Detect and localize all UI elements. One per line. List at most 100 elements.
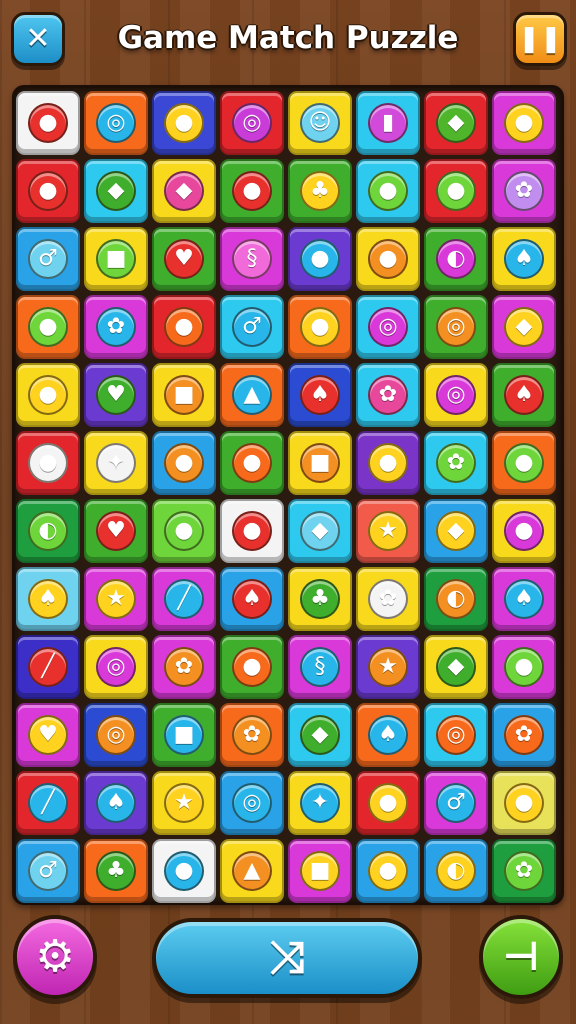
close-button[interactable]: ✕ xyxy=(11,12,65,66)
game-tile[interactable]: ♠ xyxy=(492,567,556,631)
game-tile[interactable]: ● xyxy=(288,227,352,291)
game-tile[interactable]: ● xyxy=(16,431,80,495)
game-tile[interactable]: ✿ xyxy=(492,703,556,767)
game-tile[interactable]: ● xyxy=(356,227,420,291)
game-tile[interactable]: ╱ xyxy=(16,635,80,699)
game-tile[interactable]: ♠ xyxy=(492,227,556,291)
game-tile[interactable]: ● xyxy=(220,159,284,223)
game-tile[interactable]: ● xyxy=(152,431,216,495)
game-tile[interactable]: ◆ xyxy=(152,159,216,223)
game-tile[interactable]: ◆ xyxy=(288,703,352,767)
game-tile[interactable]: ● xyxy=(220,635,284,699)
game-tile[interactable]: ★ xyxy=(152,771,216,835)
game-tile[interactable]: ◎ xyxy=(84,635,148,699)
game-tile[interactable]: ▲ xyxy=(220,839,284,903)
game-tile[interactable]: ■ xyxy=(84,227,148,291)
game-tile[interactable]: ◆ xyxy=(424,91,488,155)
game-tile[interactable]: ✿ xyxy=(424,431,488,495)
game-tile[interactable]: ◎ xyxy=(84,703,148,767)
game-tile[interactable]: ▮ xyxy=(356,91,420,155)
game-tile[interactable]: ● xyxy=(492,771,556,835)
game-tile[interactable]: ■ xyxy=(288,431,352,495)
game-tile[interactable]: § xyxy=(288,635,352,699)
game-tile[interactable]: ✿ xyxy=(152,635,216,699)
game-tile[interactable]: ♂ xyxy=(424,771,488,835)
game-tile[interactable]: ● xyxy=(16,91,80,155)
game-tile[interactable]: ♥ xyxy=(84,363,148,427)
game-tile[interactable]: ● xyxy=(16,159,80,223)
game-tile[interactable]: ◆ xyxy=(424,499,488,563)
game-tile[interactable]: ● xyxy=(288,295,352,359)
game-tile[interactable]: ★ xyxy=(356,499,420,563)
game-tile[interactable]: ◐ xyxy=(16,499,80,563)
game-tile[interactable]: ● xyxy=(356,771,420,835)
game-tile[interactable]: ● xyxy=(16,295,80,359)
game-tile[interactable]: ● xyxy=(492,91,556,155)
game-tile[interactable]: ♠ xyxy=(288,363,352,427)
game-tile[interactable]: ● xyxy=(492,499,556,563)
game-tile[interactable]: ◐ xyxy=(424,567,488,631)
game-tile[interactable]: ● xyxy=(356,839,420,903)
game-tile[interactable]: ◆ xyxy=(288,499,352,563)
game-tile[interactable]: ● xyxy=(356,159,420,223)
game-tile[interactable]: ╱ xyxy=(152,567,216,631)
game-tile[interactable]: ◆ xyxy=(492,295,556,359)
hint-button[interactable]: ⊣ xyxy=(479,915,563,999)
game-tile[interactable]: ♥ xyxy=(84,499,148,563)
game-tile[interactable]: ● xyxy=(16,363,80,427)
game-tile[interactable]: ✦ xyxy=(288,771,352,835)
game-tile[interactable]: ◎ xyxy=(220,771,284,835)
game-tile[interactable]: ● xyxy=(152,295,216,359)
game-tile[interactable]: ♣ xyxy=(288,159,352,223)
game-tile[interactable]: ● xyxy=(492,635,556,699)
game-tile[interactable]: ● xyxy=(356,431,420,495)
game-tile[interactable]: ● xyxy=(220,499,284,563)
game-tile[interactable]: ◆ xyxy=(84,159,148,223)
game-tile[interactable]: ✿ xyxy=(356,363,420,427)
pause-button[interactable]: ❚❚ xyxy=(513,12,567,66)
game-tile[interactable]: ✿ xyxy=(84,295,148,359)
game-tile[interactable]: ■ xyxy=(152,703,216,767)
game-tile[interactable]: ♂ xyxy=(220,295,284,359)
game-tile[interactable]: ♥ xyxy=(152,227,216,291)
game-tile[interactable]: ♣ xyxy=(84,839,148,903)
game-tile[interactable]: ♂ xyxy=(16,839,80,903)
game-tile[interactable]: ✿ xyxy=(492,839,556,903)
game-tile[interactable]: ♠ xyxy=(16,567,80,631)
game-tile[interactable]: ◎ xyxy=(84,91,148,155)
game-tile[interactable]: ● xyxy=(152,839,216,903)
game-tile[interactable]: ✦ xyxy=(84,431,148,495)
game-tile[interactable]: ✿ xyxy=(356,567,420,631)
game-tile[interactable]: ★ xyxy=(356,635,420,699)
game-tile[interactable]: ♂ xyxy=(16,227,80,291)
game-tile[interactable]: ● xyxy=(492,431,556,495)
game-tile[interactable]: ♠ xyxy=(492,363,556,427)
game-tile[interactable]: ◐ xyxy=(424,839,488,903)
game-tile[interactable]: ◎ xyxy=(424,295,488,359)
game-tile[interactable]: ♠ xyxy=(356,703,420,767)
game-tile[interactable]: ◎ xyxy=(424,703,488,767)
game-tile[interactable]: ♠ xyxy=(220,567,284,631)
game-tile[interactable]: ● xyxy=(220,431,284,495)
game-tile[interactable]: ● xyxy=(152,499,216,563)
game-tile[interactable]: ▲ xyxy=(220,363,284,427)
game-tile[interactable]: ■ xyxy=(152,363,216,427)
shuffle-button[interactable]: ⤨ xyxy=(152,918,422,998)
game-tile[interactable]: ◎ xyxy=(356,295,420,359)
game-tile[interactable]: ✿ xyxy=(492,159,556,223)
game-tile[interactable]: ♥ xyxy=(16,703,80,767)
game-tile[interactable]: ◐ xyxy=(424,227,488,291)
game-tile[interactable]: ★ xyxy=(84,567,148,631)
game-tile[interactable]: ♠ xyxy=(84,771,148,835)
game-tile[interactable]: ◆ xyxy=(424,635,488,699)
game-tile[interactable]: ◎ xyxy=(220,91,284,155)
game-tile[interactable]: ◎ xyxy=(424,363,488,427)
game-tile[interactable]: ✿ xyxy=(220,703,284,767)
game-tile[interactable]: § xyxy=(220,227,284,291)
game-tile[interactable]: ● xyxy=(424,159,488,223)
game-tile[interactable]: ● xyxy=(152,91,216,155)
game-tile[interactable]: ╱ xyxy=(16,771,80,835)
game-tile[interactable]: ■ xyxy=(288,839,352,903)
settings-button[interactable]: ⚙ xyxy=(13,915,97,999)
game-tile[interactable]: ♣ xyxy=(288,567,352,631)
